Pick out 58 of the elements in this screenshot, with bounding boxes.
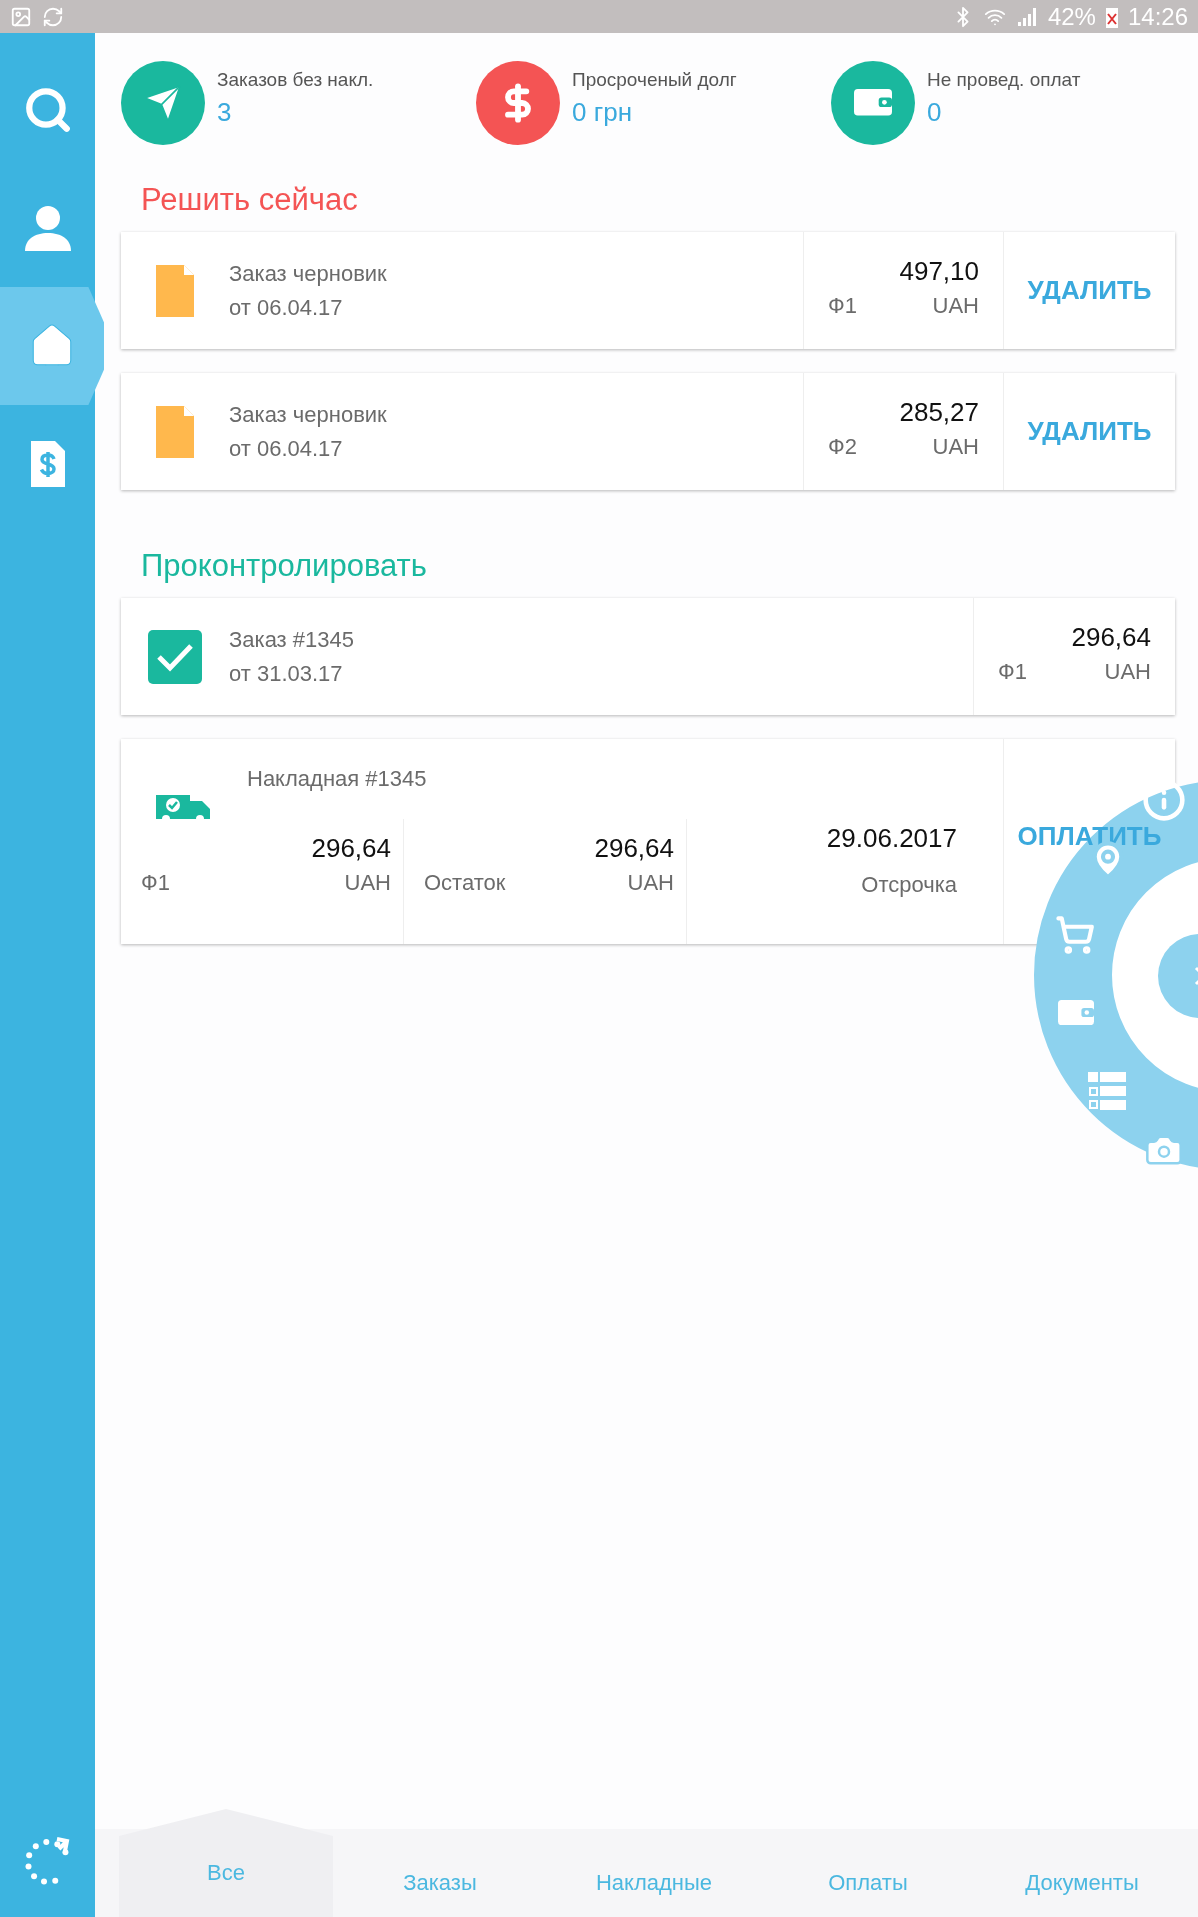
cart-icon[interactable] xyxy=(1055,915,1095,955)
order-title: Заказ черновик xyxy=(229,401,388,428)
order-date: от 06.04.17 xyxy=(229,435,344,462)
battery-percent: 42% xyxy=(1047,2,1096,31)
currency: UAH xyxy=(932,293,979,319)
order-date: от 06.04.17 xyxy=(229,294,344,321)
order-date: от 31.03.17 xyxy=(229,660,344,687)
tab[interactable]: Заказы xyxy=(333,1829,547,1917)
amount: 296,64 xyxy=(1071,622,1151,653)
signal-icon xyxy=(1015,5,1038,28)
sync-icon xyxy=(42,5,64,28)
currency: UAH xyxy=(1104,659,1151,685)
sidebar-item[interactable] xyxy=(0,287,104,405)
delete-button[interactable]: УДАЛИТЬ xyxy=(1003,373,1175,490)
checkbox[interactable] xyxy=(148,629,202,684)
order-card[interactable]: Заказ #1345 от 31.03.17 296,64 Ф1 UAH xyxy=(121,598,1175,715)
stat-value: 3 xyxy=(217,97,233,128)
order-title: Заказ черновик xyxy=(229,260,388,287)
order-card[interactable]: Заказ черновик от 06.04.17 285,27 Ф2 UAH УДАЛИТЬ xyxy=(121,373,1175,490)
currency: UAH xyxy=(932,434,979,460)
firm-label: Ф1 xyxy=(998,659,1027,685)
stat-value: 0 xyxy=(927,97,943,128)
waybill-title: Накладная #1345 xyxy=(247,766,427,792)
stat-label: Заказов без накл. xyxy=(217,69,374,91)
tab[interactable]: Оплаты xyxy=(761,1829,975,1917)
battery-icon xyxy=(1105,5,1118,28)
stat-label: Не провед. оплат xyxy=(927,69,1081,91)
image-icon xyxy=(10,5,32,28)
order-card[interactable]: Заказ черновик от 06.04.17 497,10 Ф1 UAH УДАЛИТЬ xyxy=(121,232,1175,349)
tab[interactable]: Все xyxy=(119,1809,333,1917)
amount: 497,10 xyxy=(899,256,979,287)
table-icon[interactable] xyxy=(1088,1072,1126,1110)
stat-label: Просроченый долг xyxy=(572,69,737,91)
currency: UAH xyxy=(627,870,674,896)
section-title: Решить сейчас xyxy=(141,182,358,218)
currency: UAH xyxy=(344,870,391,896)
amount: 285,27 xyxy=(899,397,979,428)
person-icon xyxy=(22,203,73,253)
delete-button[interactable]: УДАЛИТЬ xyxy=(1003,232,1175,349)
amount-label: Ф1 xyxy=(141,870,170,896)
section-title: Проконтролировать xyxy=(141,548,427,584)
date-label: Отсрочка xyxy=(861,872,957,898)
firm-label: Ф1 xyxy=(828,293,857,319)
wallet-icon xyxy=(854,89,892,116)
amount: 296,64 xyxy=(594,833,674,864)
clock: 14:26 xyxy=(1127,2,1188,31)
amount-label: Остаток xyxy=(424,870,506,896)
amount: 296,64 xyxy=(311,833,391,864)
firm-label: Ф2 xyxy=(828,434,857,460)
document-icon xyxy=(156,264,194,317)
order-title: Заказ #1345 xyxy=(229,626,355,653)
stat-value: 0 грн xyxy=(572,97,633,128)
dollar-document-icon xyxy=(30,441,65,487)
tab[interactable]: Документы xyxy=(975,1829,1189,1917)
due-date: 29.06.2017 xyxy=(826,823,957,854)
wallet-icon xyxy=(1058,1000,1094,1026)
tab[interactable]: Накладные xyxy=(547,1829,761,1917)
document-icon xyxy=(156,405,194,458)
